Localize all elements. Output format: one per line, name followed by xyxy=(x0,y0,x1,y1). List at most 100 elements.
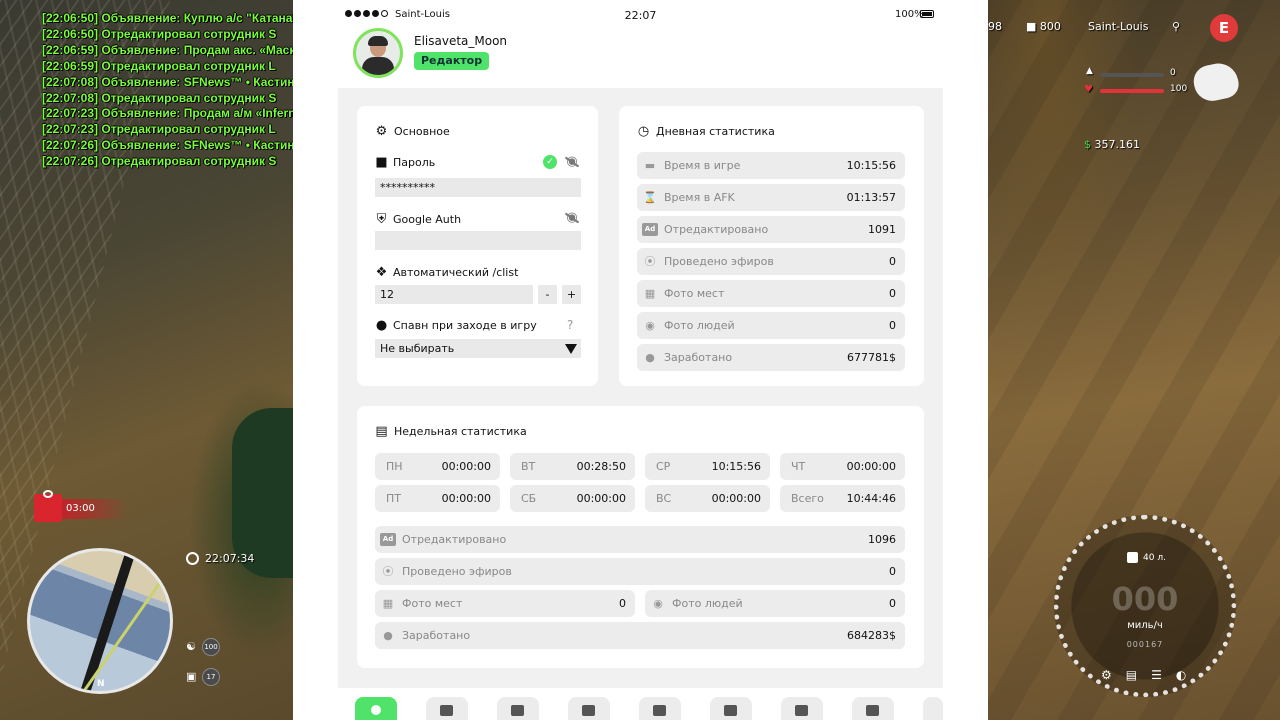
location-pin-icon: ● xyxy=(375,318,388,333)
nav-save-button[interactable] xyxy=(852,697,894,720)
keyboard-icon xyxy=(511,705,524,716)
phone-screen: Saint-Louis 22:07 100% Elisaveta_Moon Ре… xyxy=(338,0,943,720)
calendar-icon: ▤ xyxy=(375,424,388,439)
stat-row: ⦿ Проведено эфиров 0 xyxy=(375,558,905,585)
check-icon: ✓ xyxy=(543,155,557,169)
stat-row: ▬ Время в игре 10:15:56 xyxy=(637,152,905,179)
hourglass-icon: ⌛ xyxy=(643,191,657,204)
card-icon xyxy=(582,705,595,716)
spawn-select[interactable]: Не выбирать xyxy=(375,339,581,358)
gift-timer[interactable]: 03:00 xyxy=(34,490,128,522)
gear-icon: ⚙ xyxy=(375,124,388,139)
week-total-stat: Всего 10:44:46 xyxy=(780,485,905,512)
spawn-label: ● Спавн при заходе в игру xyxy=(375,318,537,333)
clist-label: ❖ Автоматический /clist xyxy=(375,265,519,280)
image-icon: ▦ xyxy=(382,597,394,610)
clist-decrement-button[interactable]: - xyxy=(538,285,557,304)
clock-icon: ◷ xyxy=(637,124,650,139)
nav-profile-button[interactable] xyxy=(355,697,397,720)
settings-card: ⚙ Основное ■ Пароль ✓ ◉ ********** ⛨ Goo… xyxy=(357,106,598,386)
settings-title: ⚙ Основное xyxy=(375,124,450,139)
clock-icon xyxy=(186,552,199,565)
chat-line: [22:07:26] Отредактировал сотрудник S xyxy=(42,154,277,169)
stat-row: ● Заработано 677781$ xyxy=(637,344,905,371)
hud-hunger: ▣ 17 xyxy=(186,668,220,686)
nav-more-button[interactable] xyxy=(923,697,943,720)
camera-icon: ◉ xyxy=(645,319,655,332)
pin-icon: ❖ xyxy=(375,265,388,280)
pencil-icon xyxy=(795,705,808,716)
chat-line: [22:07:08] Отредактировал сотрудник S xyxy=(42,90,277,105)
gauge-icon: ◐ xyxy=(1175,668,1187,682)
chat-line: [22:06:50] Отредактировал сотрудник S xyxy=(42,26,277,41)
day-stat: ПН 00:00:00 xyxy=(375,453,500,480)
headlights-icon: ☰ xyxy=(1151,668,1162,682)
image-icon: ▦ xyxy=(644,287,656,300)
nav-apps-button[interactable] xyxy=(426,697,468,720)
hud-clock-value: 22:07:34 xyxy=(205,552,255,565)
avatar[interactable] xyxy=(353,28,403,78)
hud-money: $ 357.161 xyxy=(1084,138,1140,151)
clist-input[interactable]: 12 xyxy=(375,285,533,304)
stat-row: ⌛ Время в AFK 01:13:57 xyxy=(637,184,905,211)
weekly-stats-card: ▤ Недельная статистика ПН 00:00:00 ВТ 00:2… xyxy=(357,406,924,668)
stat-row: ● Заработано 684283$ xyxy=(375,622,905,649)
health-bar xyxy=(1100,89,1164,93)
bottom-nav xyxy=(338,688,943,720)
chat-line: [22:06:59] Отредактировал сотрудник L xyxy=(42,58,276,73)
camera-icon: ◉ xyxy=(653,597,663,610)
eye-hidden-icon[interactable]: ◉ xyxy=(563,211,581,224)
nav-documents-button[interactable] xyxy=(710,697,752,720)
mic-muted-icon[interactable]: ⚲ xyxy=(1172,20,1180,36)
phone: Saint-Louis 22:07 100% Elisaveta_Moon Ре… xyxy=(293,0,988,720)
password-input[interactable]: ********** xyxy=(375,178,581,197)
burger-icon: ▣ xyxy=(186,670,197,683)
speed-unit: миль/ч xyxy=(1127,620,1163,631)
chat-line: [22:07:26] Объявление: SFNews™ • Кастинг xyxy=(42,138,293,153)
role-badge: Редактор xyxy=(414,52,490,70)
day-stat: СР 10:15:56 xyxy=(645,453,770,480)
nav-card-button[interactable] xyxy=(568,697,610,720)
clist-increment-button[interactable]: + xyxy=(562,285,581,304)
stat-row: ⦿ Проведено эфиров 0 xyxy=(637,248,905,275)
daily-stats-title: ◷ Дневная статистика xyxy=(637,124,775,139)
day-stat: ЧТ 00:00:00 xyxy=(780,453,905,480)
chat-line: [22:06:59] Объявление: Продам акс. «Маск… xyxy=(42,42,293,57)
gamepad-icon: ▬ xyxy=(644,159,656,172)
armor-bar xyxy=(1100,73,1164,77)
save-icon xyxy=(866,705,879,716)
health-value: 100 xyxy=(1170,84,1188,94)
dropdown-arrow-icon xyxy=(565,344,577,354)
day-stat: ВС 00:00:00 xyxy=(645,485,770,512)
fuel-indicator: 40 л. xyxy=(1127,552,1166,563)
hunger-value: 17 xyxy=(202,668,220,686)
nav-keyboard-button[interactable] xyxy=(497,697,539,720)
money-bag-icon: ● xyxy=(383,629,393,642)
ad-icon: Ad xyxy=(380,533,396,546)
broadcast-icon xyxy=(653,705,666,716)
nav-broadcast-button[interactable] xyxy=(639,697,681,720)
stat-row: ◉ Фото людей 0 xyxy=(645,590,905,617)
minimap-north-label: N xyxy=(97,679,105,689)
gift-timer-value: 03:00 xyxy=(58,499,128,519)
hud-city: Saint-Louis xyxy=(1088,20,1149,33)
eye-hidden-icon[interactable]: ◉ xyxy=(563,155,581,168)
day-stat: ПТ 00:00:00 xyxy=(375,485,500,512)
hud-clock: 22:07:34 xyxy=(186,552,254,565)
weekly-stats-title: ▤ Недельная статистика xyxy=(375,424,527,439)
armor-icon: ▲ xyxy=(1086,66,1093,76)
fuel-icon xyxy=(1127,552,1138,563)
google-auth-label: ⛨ Google Auth xyxy=(376,212,462,227)
gift-icon xyxy=(34,490,62,522)
daily-stats-card: ◷ Дневная статистика ▬ Время в игре 10:15… xyxy=(619,106,924,386)
cash-icon: ■ xyxy=(1026,20,1037,33)
nav-edit-button[interactable] xyxy=(781,697,823,720)
lock-icon: ■ xyxy=(375,155,388,170)
google-auth-input[interactable] xyxy=(375,231,581,250)
help-icon[interactable]: ? xyxy=(567,318,573,332)
broadcast-icon: ⦿ xyxy=(382,565,394,578)
hud-stamina: ☯ 100 xyxy=(186,638,220,656)
stat-row: Ad Отредактировано 1091 xyxy=(637,216,905,243)
vehicle-indicators: ⚙ ▤ ☰ ◐ xyxy=(1101,668,1186,682)
status-bar: Saint-Louis 22:07 100% xyxy=(338,0,943,28)
